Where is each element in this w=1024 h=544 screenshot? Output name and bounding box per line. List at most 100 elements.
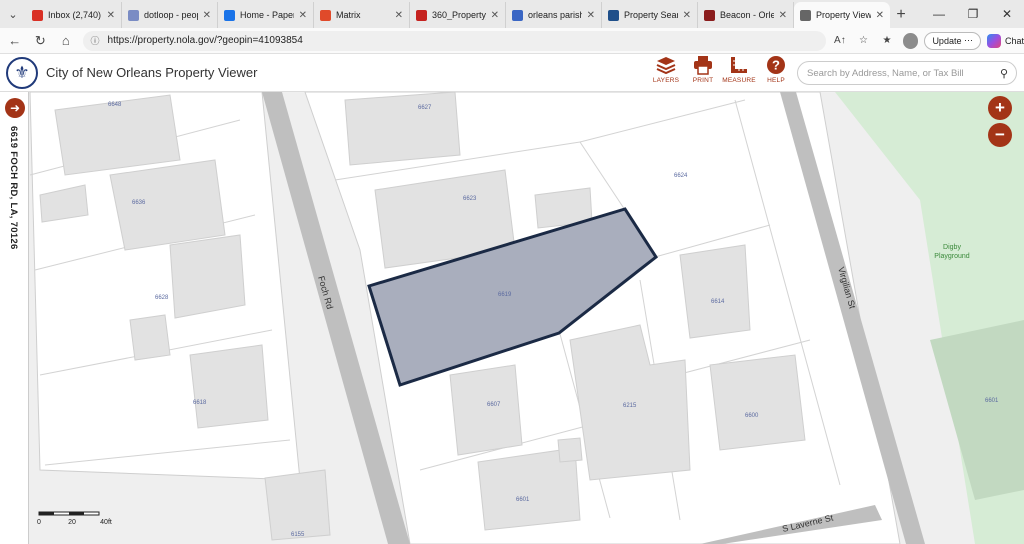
site-info-icon[interactable]: ⓘ (91, 35, 103, 47)
chat-button[interactable]: Chat (986, 33, 1024, 48)
layers-button[interactable]: LAYERS (648, 55, 684, 91)
lot-label[interactable]: 6601 (516, 497, 530, 503)
dotloop-icon (128, 9, 139, 21)
zoom-out-minus-icon[interactable]: − (988, 123, 1012, 147)
lot-label[interactable]: 6215 (623, 403, 637, 409)
browser-tab[interactable]: 360_Property_Vi ✕ (410, 2, 506, 28)
back-arrow-icon[interactable]: ← (4, 30, 26, 52)
tab-close-icon[interactable]: ✕ (491, 10, 499, 21)
tab-title: Property Viewer (816, 10, 871, 20)
browser-tab[interactable]: Property Search ✕ (602, 2, 698, 28)
refresh-icon[interactable]: ↻ (30, 30, 52, 52)
favorite-star-icon[interactable]: ☆ (854, 31, 874, 51)
city-seal-logo[interactable]: ⚜ (6, 57, 38, 89)
minimize-button[interactable]: — (922, 0, 956, 28)
gmail-icon (32, 9, 43, 21)
parcel-map[interactable]: 6648 6627 6636 6623 6624 6628 6619 6614 … (0, 92, 1024, 544)
url-text: https://property.nola.gov/?geopin=410938… (107, 35, 303, 46)
property-side-panel: ➜ 6619 FOCH RD, LA, 70126 (0, 92, 29, 544)
park-label-line1: Digby (943, 244, 961, 251)
selected-property-address[interactable]: 6619 FOCH RD, LA, 70126 (8, 126, 19, 250)
browser-tab[interactable]: Beacon - Orlean ✕ (698, 2, 794, 28)
print-button[interactable]: PRINT (685, 55, 721, 91)
tab-list: Inbox (2,740) - c✕dotloop - peop✕Home - … (26, 2, 890, 28)
lot-label[interactable]: 6607 (487, 402, 501, 408)
scale-tick-20: 20 (68, 519, 76, 526)
browser-tab-strip: ⌄ Inbox (2,740) - c✕dotloop - peop✕Home … (0, 0, 1024, 28)
help-label: HELP (767, 77, 785, 84)
tab-title: orleans parish a (528, 10, 582, 20)
lot-label[interactable]: 6628 (155, 295, 169, 301)
restore-button[interactable]: ❐ (956, 0, 990, 28)
lot-label[interactable]: 6601 (985, 398, 999, 404)
tab-close-icon[interactable]: ✕ (395, 10, 403, 21)
tab-title: Property Search (624, 10, 678, 20)
lot-label[interactable]: 6600 (745, 413, 759, 419)
browser-tab[interactable]: Inbox (2,740) - c ✕ (26, 2, 122, 28)
beacon-icon (704, 9, 715, 21)
browser-tab[interactable]: orleans parish a ✕ (506, 2, 602, 28)
page-title: City of New Orleans Property Viewer (46, 65, 258, 80)
browser-tab[interactable]: Matrix ✕ (314, 2, 410, 28)
update-label: Update (932, 35, 962, 46)
map-canvas[interactable]: 6648 6627 6636 6623 6624 6628 6619 6614 … (0, 92, 1024, 544)
profile-avatar[interactable] (902, 32, 919, 49)
tab-close-icon[interactable]: ✕ (876, 10, 884, 21)
zoom-in-plus-icon[interactable]: + (988, 96, 1012, 120)
tab-close-icon[interactable]: ✕ (587, 10, 595, 21)
browser-tab[interactable]: Home - Paperle ✕ (218, 2, 314, 28)
search-input[interactable] (807, 67, 987, 79)
search-icon[interactable]: ⚲ (1000, 67, 1008, 80)
read-aloud-icon[interactable]: A↑ (830, 31, 850, 51)
help-icon: ? (767, 56, 785, 74)
lot-label[interactable]: 6636 (132, 200, 146, 206)
app-header: ⚜ City of New Orleans Property Viewer LA… (0, 54, 1024, 92)
url-field[interactable]: ⓘ https://property.nola.gov/?geopin=4109… (82, 30, 827, 51)
tab-title: Home - Paperle (240, 10, 294, 20)
lot-label[interactable]: 6619 (498, 292, 512, 298)
collections-icon[interactable]: ★ (877, 31, 897, 51)
help-button[interactable]: ? HELP (758, 55, 794, 91)
lot-label[interactable]: 6648 (108, 102, 122, 108)
search-icon (512, 9, 523, 21)
measure-button[interactable]: MEASURE (721, 55, 757, 91)
close-window-button[interactable]: ✕ (990, 0, 1024, 28)
browser-tab[interactable]: dotloop - peop ✕ (122, 2, 218, 28)
scale-tick-40ft: 40ft (100, 519, 112, 526)
tab-menu-chevron-icon[interactable]: ⌄ (0, 0, 26, 28)
lot-label[interactable]: 6155 (291, 532, 305, 538)
tab-title: dotloop - peop (144, 10, 198, 20)
lot-label[interactable]: 6624 (674, 173, 688, 179)
tab-close-icon[interactable]: ✕ (107, 10, 115, 21)
tab-close-icon[interactable]: ✕ (683, 10, 691, 21)
tab-title: Beacon - Orlean (720, 10, 774, 20)
chat-label: Chat (1004, 35, 1024, 46)
tab-title: Matrix (336, 10, 361, 20)
svg-text:?: ? (772, 58, 780, 73)
matrix-icon (320, 9, 331, 21)
window-controls: — ❐ ✕ (922, 0, 1024, 28)
copilot-icon (986, 33, 1001, 48)
tab-close-icon[interactable]: ✕ (299, 10, 307, 21)
browser-tab[interactable]: Property Viewer ✕ (794, 2, 890, 28)
expand-panel-arrow-icon[interactable]: ➜ (5, 98, 25, 118)
print-icon (694, 56, 712, 75)
new-tab-button[interactable]: + (890, 2, 912, 28)
print-label: PRINT (692, 77, 714, 84)
tab-title: 360_Property_Vi (432, 10, 486, 20)
layers-icon (656, 57, 676, 75)
park-label-line2: Playground (934, 253, 970, 260)
lot-label[interactable]: 6618 (193, 400, 207, 406)
address-bar-row: ← ↻ ⌂ ⓘ https://property.nola.gov/?geopi… (0, 28, 1024, 54)
measure-label: MEASURE (722, 77, 756, 84)
measure-icon (731, 57, 747, 73)
lot-label[interactable]: 6623 (463, 196, 477, 202)
tab-close-icon[interactable]: ✕ (203, 10, 211, 21)
viewer-icon (800, 9, 811, 21)
lot-label[interactable]: 6614 (711, 299, 725, 305)
update-button[interactable]: Update ⋯ (924, 31, 981, 50)
home-icon[interactable]: ⌂ (55, 30, 77, 52)
search-box: ⚲ (797, 61, 1017, 85)
lot-label[interactable]: 6627 (418, 105, 432, 111)
tab-close-icon[interactable]: ✕ (779, 10, 787, 21)
